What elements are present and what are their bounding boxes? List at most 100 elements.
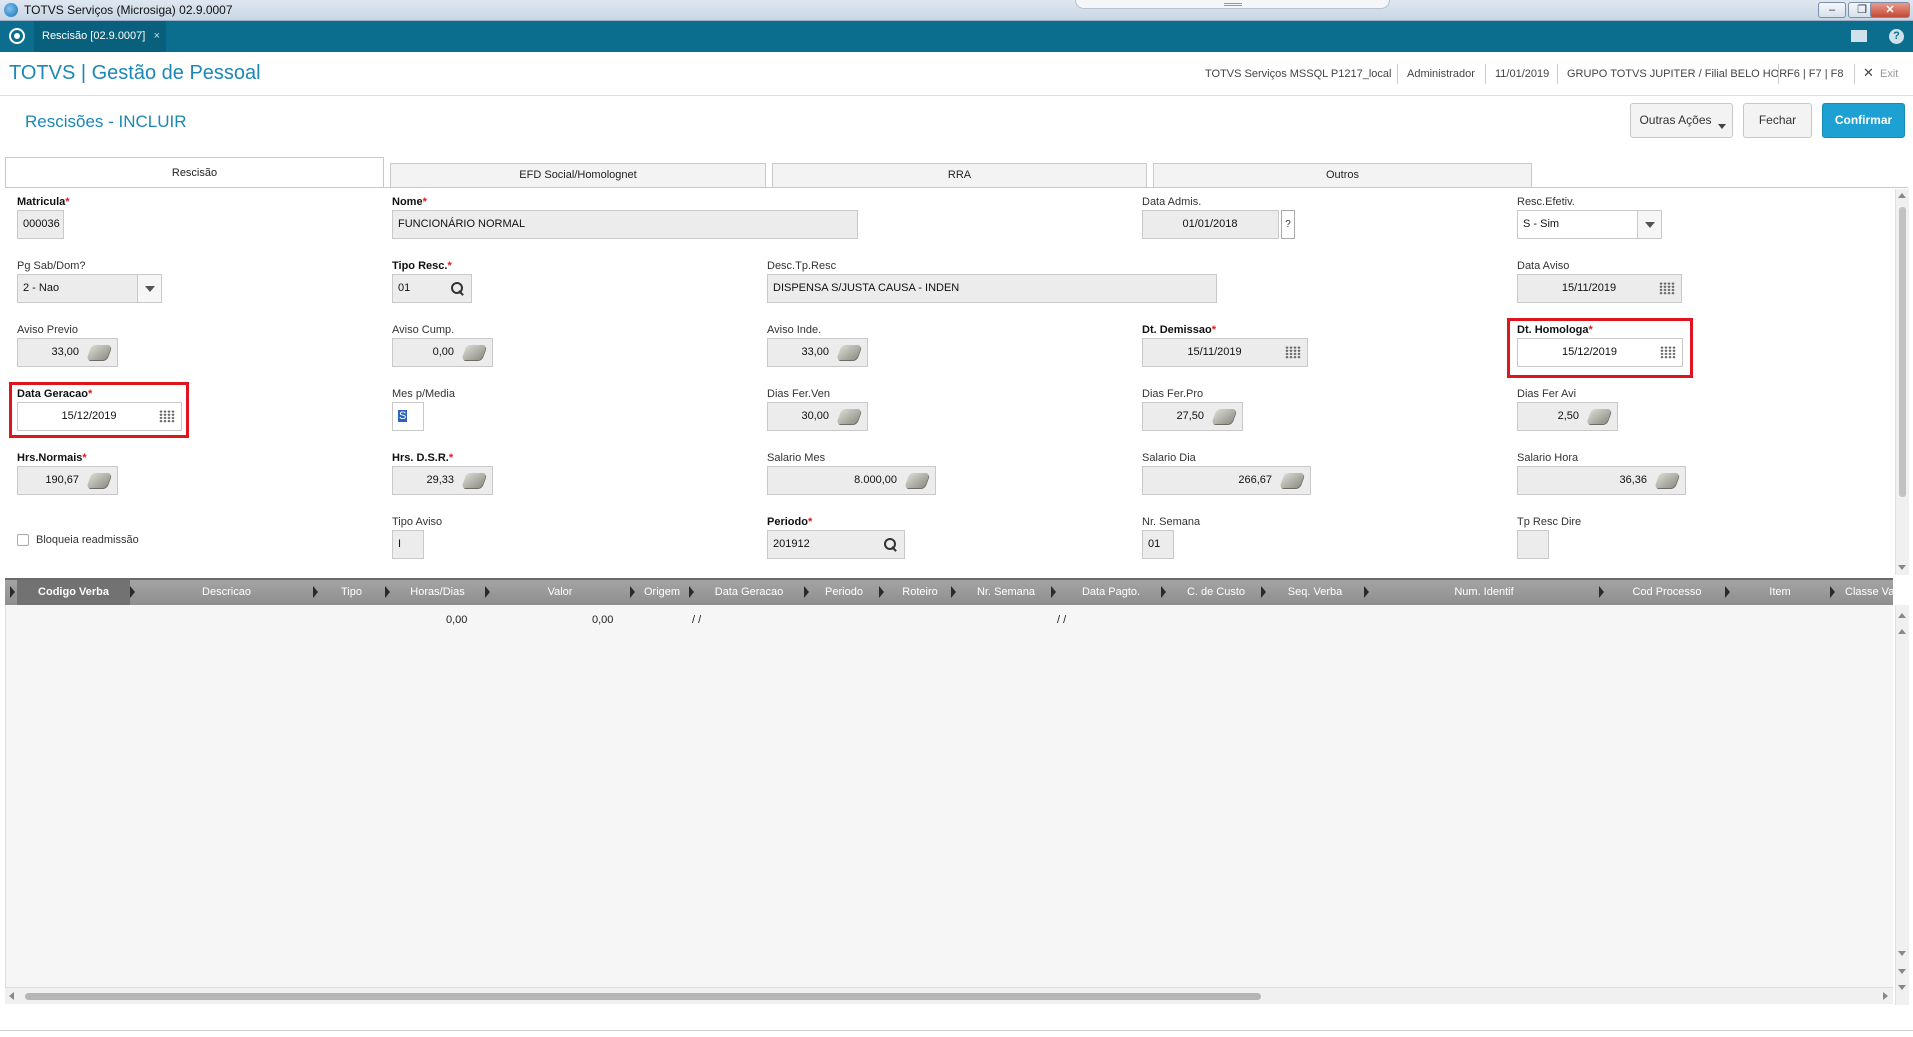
salario-hora-field[interactable]: 36,36 [1517,466,1686,495]
calendar-icon[interactable] [1659,282,1675,295]
tipo-resc-field[interactable]: 01 [392,274,472,303]
dias-fer-pro-field[interactable]: 27,50 [1142,402,1243,431]
grid-horizontal-scrollbar[interactable] [5,987,1893,1004]
col-header-cod-processo[interactable]: Cod Processo [1604,580,1730,605]
matricula-label: Matricula* [17,196,70,208]
periodo-field[interactable]: 201912 [767,530,905,559]
col-header-origem[interactable]: Origem [635,580,689,605]
periodo-value: 201912 [773,538,810,550]
dt-homologa-field[interactable]: 15/12/2019 [1517,338,1683,367]
grid-scrollbar[interactable] [1895,605,1909,1005]
mail-icon[interactable] [1851,30,1867,42]
data-admis-field[interactable]: 01/01/2018 [1142,210,1279,239]
other-actions-label: Outras Ações [1639,113,1712,127]
calculator-icon[interactable] [1586,409,1612,424]
calendar-icon[interactable] [1285,346,1301,359]
form-scrollbar[interactable] [1895,189,1909,575]
nr-semana-field[interactable]: 01 [1142,530,1174,559]
calculator-icon[interactable] [461,473,487,488]
col-header-data-geracao[interactable]: Data Geracao [694,580,804,605]
dias-fer-avi-field[interactable]: 2,50 [1517,402,1618,431]
tab-efd-social[interactable]: EFD Social/Homolognet [390,163,766,188]
desc-tp-resc-field[interactable]: DISPENSA S/JUSTA CAUSA - INDEN [767,274,1217,303]
calculator-icon[interactable] [1654,473,1680,488]
app-icon [4,3,18,17]
data-aviso-field[interactable]: 15/11/2019 [1517,274,1682,303]
calculator-icon[interactable] [86,473,112,488]
scroll-thumb[interactable] [25,993,1261,1000]
salario-dia-field[interactable]: 266,67 [1142,466,1311,495]
search-icon[interactable] [883,537,897,551]
table-row[interactable]: 0,00 0,00 / / / / [6,605,1892,631]
help-icon[interactable]: ? [1889,29,1904,44]
close-button[interactable]: Fechar [1743,103,1812,138]
calendar-icon[interactable] [1660,346,1676,359]
col-header-codigo-verba[interactable]: Codigo Verba [17,580,130,605]
tp-resc-dire-field[interactable] [1517,530,1549,559]
calculator-icon[interactable] [1211,409,1237,424]
data-admis-help-button[interactable]: ? [1281,210,1295,239]
hrs-dsr-field[interactable]: 29,33 [392,466,493,495]
search-icon[interactable] [450,281,464,295]
tab-rescisao[interactable]: Rescisão [02.9.0007] × [34,21,166,52]
tipo-aviso-field[interactable]: I [392,530,424,559]
aviso-cump-field[interactable]: 0,00 [392,338,493,367]
confirm-button[interactable]: Confirmar [1822,103,1905,138]
tab-outros[interactable]: Outros [1153,163,1532,188]
home-icon[interactable] [9,28,25,44]
drag-handle[interactable] [1075,0,1390,9]
matricula-field[interactable]: 000036 [17,210,64,239]
calculator-icon[interactable] [836,409,862,424]
col-header-c-de-custo[interactable]: C. de Custo [1166,580,1266,605]
minimize-button[interactable]: – [1818,2,1846,18]
salario-hora-value: 36,36 [1619,474,1647,486]
calculator-icon[interactable] [461,345,487,360]
pg-sab-dom-select[interactable]: 2 - Nao [17,274,162,303]
col-header-valor[interactable]: Valor [490,580,630,605]
dt-demissao-label: Dt. Demissao* [1142,324,1216,336]
col-header-roteiro[interactable]: Roteiro [884,580,956,605]
col-header-item[interactable]: Item [1730,580,1830,605]
shortcuts-info: F6 | F7 | F8 [1787,68,1844,80]
col-header-periodo[interactable]: Periodo [809,580,879,605]
calculator-icon[interactable] [86,345,112,360]
tab-rra[interactable]: RRA [772,163,1147,188]
dt-homologa-value: 15/12/2019 [1561,346,1618,358]
col-header-num-identif[interactable]: Num. Identif [1369,580,1599,605]
other-actions-button[interactable]: Outras Ações [1630,103,1733,138]
chevron-down-icon[interactable] [1637,211,1661,238]
aviso-previo-value: 33,00 [51,346,79,358]
col-header-tipo[interactable]: Tipo [318,580,385,605]
bloqueia-readmissao-checkbox[interactable] [17,534,29,546]
dt-demissao-field[interactable]: 15/11/2019 [1142,338,1308,367]
data-aviso-label: Data Aviso [1517,260,1570,272]
calendar-icon[interactable] [159,410,175,423]
col-header-nr-semana[interactable]: Nr. Semana [956,580,1056,605]
window-close-button[interactable]: ✕ [1870,2,1910,18]
aviso-previo-field[interactable]: 33,00 [17,338,118,367]
calculator-icon[interactable] [1279,473,1305,488]
aviso-inde-field[interactable]: 33,00 [767,338,868,367]
col-header-data-pagto[interactable]: Data Pagto. [1056,580,1166,605]
chevron-down-icon[interactable] [137,275,161,302]
col-header-classe-val[interactable]: Classe Val [1835,580,1893,605]
calculator-icon[interactable] [836,345,862,360]
hrs-dsr-label: Hrs. D.S.R.* [392,452,454,464]
col-header-descricao[interactable]: Descricao [135,580,318,605]
tab-close-icon[interactable]: × [154,21,160,52]
resc-efetiv-select[interactable]: S - Sim [1517,210,1662,239]
salario-mes-field[interactable]: 8.000,00 [767,466,936,495]
aviso-cump-value: 0,00 [432,346,454,358]
col-header-seq-verba[interactable]: Seq. Verba [1266,580,1364,605]
exit-link[interactable]: Exit [1880,68,1898,80]
col-header-horas-dias[interactable]: Horas/Dias [390,580,485,605]
dias-fer-ven-field[interactable]: 30,00 [767,402,868,431]
hrs-normais-field[interactable]: 190,67 [17,466,118,495]
exit-icon[interactable]: ✕ [1863,65,1874,81]
calculator-icon[interactable] [904,473,930,488]
data-geracao-field[interactable]: 15/12/2019 [17,402,182,431]
data-aviso-value: 15/11/2019 [1561,282,1617,294]
nome-field[interactable]: FUNCIONÁRIO NORMAL [392,210,858,239]
tab-rescisao-folder[interactable]: Rescisão [5,157,384,188]
mes-p-media-field[interactable]: S [392,402,424,431]
